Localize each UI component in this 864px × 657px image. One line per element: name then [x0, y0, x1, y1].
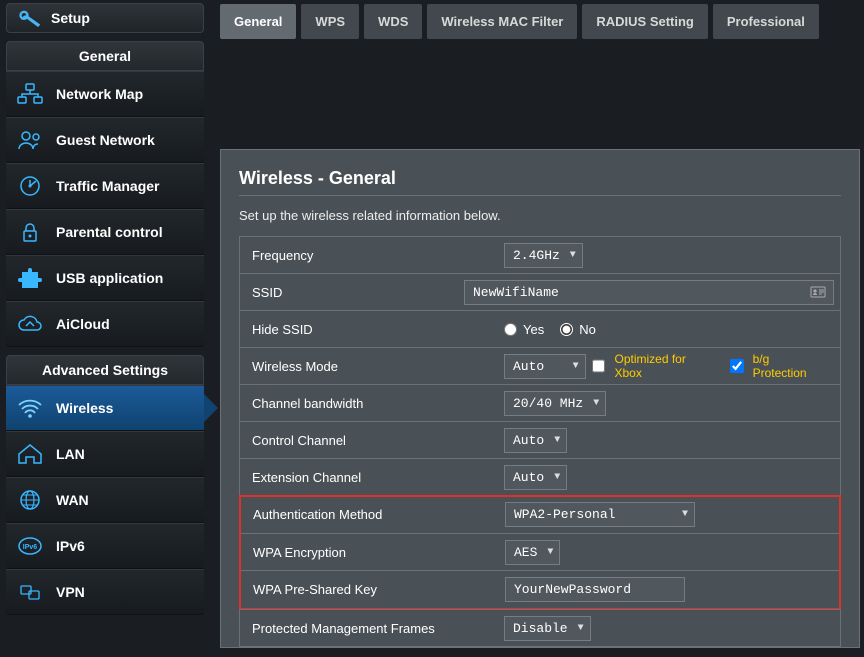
sidebar-item-label: Wireless: [56, 400, 113, 416]
sidebar-item-label: Network Map: [56, 86, 143, 102]
sidebar-item-label: IPv6: [56, 538, 85, 554]
tab-radius[interactable]: RADIUS Setting: [582, 4, 708, 39]
svg-text:IPv6: IPv6: [23, 544, 38, 551]
frequency-select[interactable]: 2.4GHz: [504, 243, 583, 268]
ssid-input[interactable]: [464, 280, 834, 305]
sidebar-item-wireless[interactable]: Wireless: [6, 385, 204, 431]
sidebar-item-label: AiCloud: [56, 316, 110, 332]
sidebar-item-label: USB application: [56, 270, 163, 286]
sidebar-item-label: VPN: [56, 584, 85, 600]
channel-bandwidth-label: Channel bandwidth: [240, 396, 498, 411]
hide-ssid-no-label: No: [579, 322, 596, 337]
wan-icon: [16, 488, 44, 512]
channel-bandwidth-select[interactable]: 20/40 MHz: [504, 391, 606, 416]
tab-wps[interactable]: WPS: [301, 4, 359, 39]
pmf-label: Protected Management Frames: [240, 621, 498, 636]
psk-label: WPA Pre-Shared Key: [241, 582, 499, 597]
sidebar-item-usb-application[interactable]: USB application: [6, 255, 204, 301]
auth-highlight-box: Authentication Method WPA2-Personal WPA …: [239, 495, 841, 610]
sidebar-item-ipv6[interactable]: IPv6 IPv6: [6, 523, 204, 569]
sidebar-item-wan[interactable]: WAN: [6, 477, 204, 523]
frequency-label: Frequency: [240, 248, 498, 263]
section-header-advanced: Advanced Settings: [6, 355, 204, 385]
vpn-icon: [16, 580, 44, 604]
sidebar-item-vpn[interactable]: VPN: [6, 569, 204, 615]
ssid-label: SSID: [240, 285, 458, 300]
sidebar-item-label: LAN: [56, 446, 85, 462]
sidebar-item-lan[interactable]: LAN: [6, 431, 204, 477]
bg-protection-checkbox[interactable]: [730, 359, 744, 373]
wpa-encryption-select[interactable]: AES: [505, 540, 560, 565]
tab-mac-filter[interactable]: Wireless MAC Filter: [427, 4, 577, 39]
auth-method-label: Authentication Method: [241, 507, 499, 522]
sidebar-item-guest-network[interactable]: Guest Network: [6, 117, 204, 163]
tab-wds[interactable]: WDS: [364, 4, 422, 39]
extension-channel-select[interactable]: Auto: [504, 465, 567, 490]
wireless-mode-label: Wireless Mode: [240, 359, 498, 374]
extension-channel-label: Extension Channel: [240, 470, 498, 485]
sidebar-item-aicloud[interactable]: AiCloud: [6, 301, 204, 347]
optimized-xbox-label: Optimized for Xbox: [614, 352, 715, 380]
sidebar-item-label: Guest Network: [56, 132, 155, 148]
control-channel-label: Control Channel: [240, 433, 498, 448]
pmf-select[interactable]: Disable: [504, 616, 591, 641]
sidebar-item-label: WAN: [56, 492, 89, 508]
wrench-icon: [17, 8, 41, 28]
wireless-mode-select[interactable]: Auto: [504, 354, 586, 379]
wpa-encryption-label: WPA Encryption: [241, 545, 499, 560]
panel-description: Set up the wireless related information …: [239, 208, 841, 223]
ipv6-icon: IPv6: [16, 534, 44, 558]
lan-icon: [16, 442, 44, 466]
sidebar-item-label: Traffic Manager: [56, 178, 159, 194]
network-map-icon: [16, 82, 44, 106]
control-channel-select[interactable]: Auto: [504, 428, 567, 453]
psk-input[interactable]: [505, 577, 685, 602]
hide-ssid-yes-radio[interactable]: [504, 323, 517, 336]
lock-icon: [16, 220, 44, 244]
sidebar-item-label: Parental control: [56, 224, 163, 240]
cloud-icon: [16, 312, 44, 336]
hide-ssid-no-radio[interactable]: [560, 323, 573, 336]
hide-ssid-yes-label: Yes: [523, 322, 544, 337]
tab-bar: General WPS WDS Wireless MAC Filter RADI…: [220, 4, 860, 39]
section-header-general: General: [6, 41, 204, 71]
traffic-manager-icon: [16, 174, 44, 198]
puzzle-icon: [16, 266, 44, 290]
setup-item[interactable]: Setup: [6, 3, 204, 33]
panel-title: Wireless - General: [239, 168, 841, 189]
auth-method-select[interactable]: WPA2-Personal: [505, 502, 695, 527]
sidebar-item-parental-control[interactable]: Parental control: [6, 209, 204, 255]
contact-card-icon[interactable]: [810, 285, 826, 299]
wireless-general-panel: Wireless - General Set up the wireless r…: [220, 149, 860, 648]
guest-network-icon: [16, 128, 44, 152]
bg-protection-label: b/g Protection: [753, 352, 826, 380]
wireless-icon: [16, 396, 44, 420]
optimized-xbox-checkbox[interactable]: [592, 359, 606, 373]
sidebar-item-network-map[interactable]: Network Map: [6, 71, 204, 117]
tab-general[interactable]: General: [220, 4, 296, 39]
setup-label: Setup: [51, 10, 90, 26]
tab-professional[interactable]: Professional: [713, 4, 819, 39]
hide-ssid-label: Hide SSID: [240, 322, 498, 337]
sidebar-item-traffic-manager[interactable]: Traffic Manager: [6, 163, 204, 209]
